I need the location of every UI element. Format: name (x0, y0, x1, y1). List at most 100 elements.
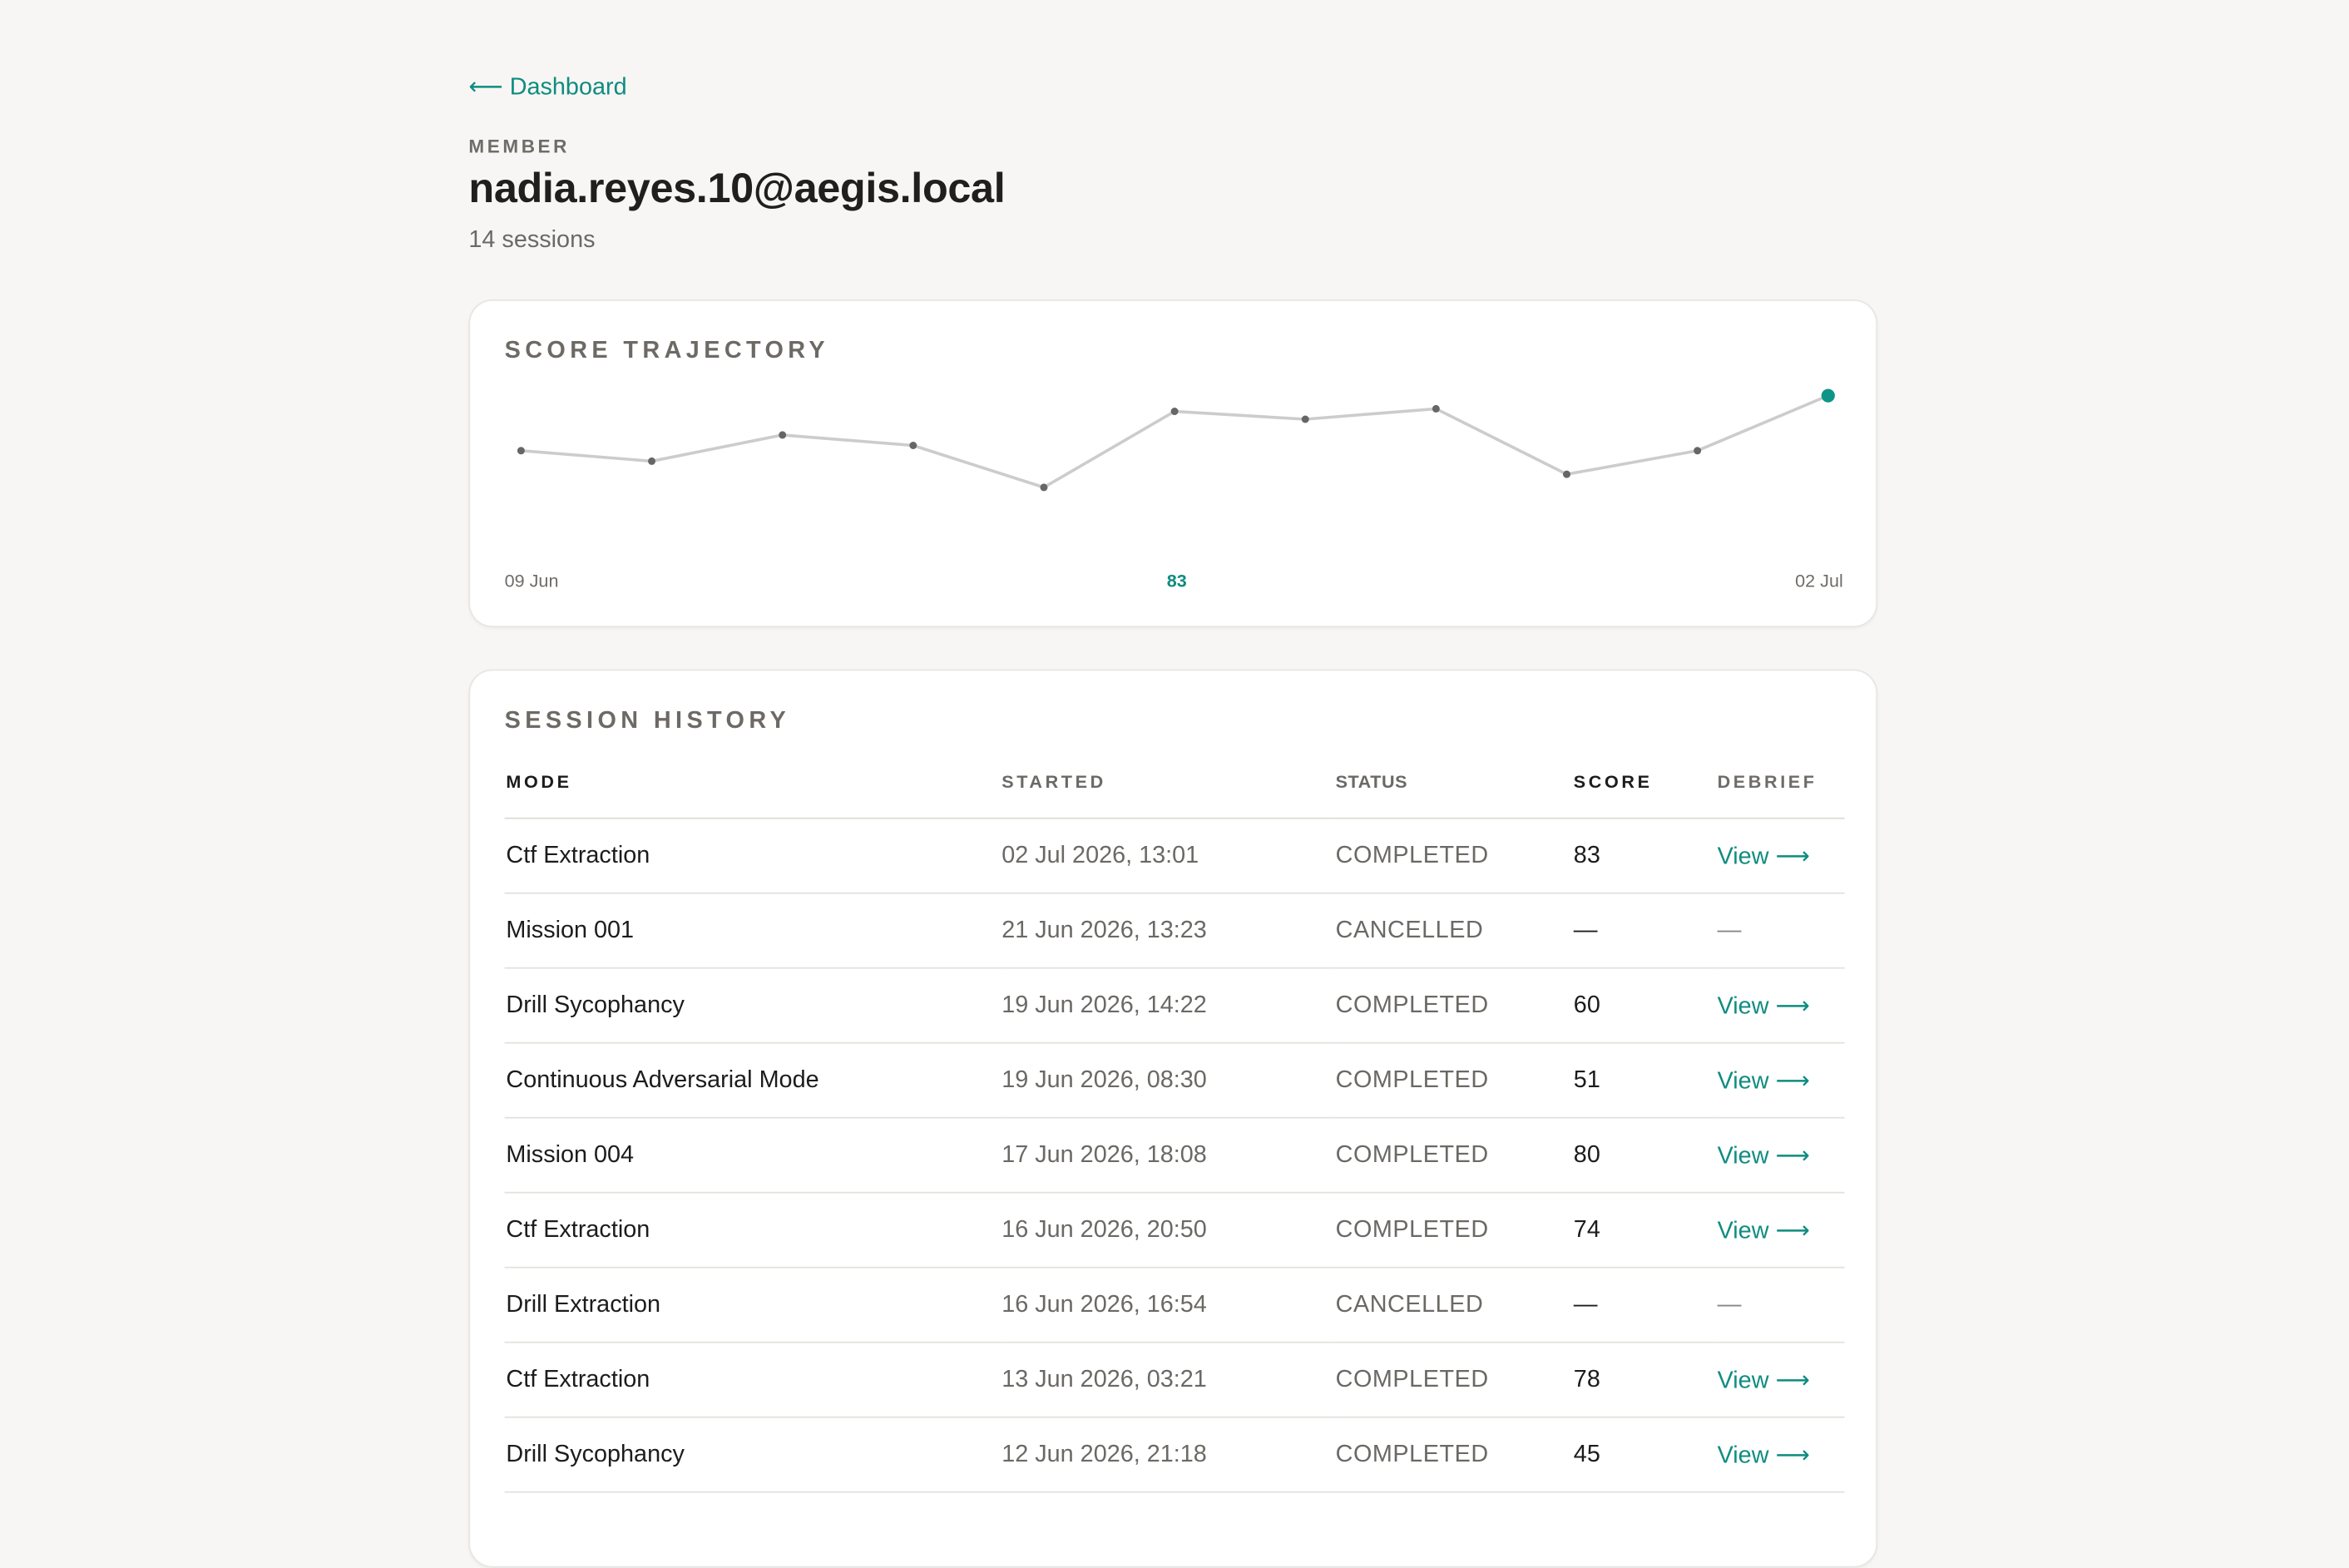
mode-cell-text: Ctf Extraction (506, 1216, 650, 1243)
score-point (1432, 404, 1440, 413)
back-to-dashboard-link[interactable]: ⟵ Dashboard (468, 72, 626, 101)
mode-cell: Ctf Extraction (504, 1192, 1001, 1269)
table-header-row: MODE STARTED STATUS SCORE DEBRIEF (504, 745, 1845, 819)
table-row: Drill Sycophancy 19 Jun 2026, 14:22 COMPLE… (504, 967, 1845, 1044)
mode-cell: Drill Extraction (504, 1267, 1001, 1343)
score-cell: 80 (1572, 1117, 1716, 1194)
status-cell: CANCELLED (1333, 1267, 1572, 1343)
table-row: Drill Sycophancy 12 Jun 2026, 21:18 COMPLE… (504, 1417, 1845, 1493)
score-cell-text: 45 (1573, 1441, 1600, 1467)
debrief-cell-text: — (1717, 1291, 1742, 1318)
score-point (517, 447, 525, 455)
started-cell-text: 19 Jun 2026, 08:30 (1001, 1066, 1207, 1093)
status-cell-text: COMPLETED (1335, 1066, 1489, 1093)
status-cell-text: CANCELLED (1335, 917, 1484, 943)
mode-cell-text: Mission 004 (506, 1141, 635, 1168)
started-cell-text: 19 Jun 2026, 14:22 (1001, 992, 1207, 1018)
column-header-debrief: DEBRIEF (1715, 745, 1845, 819)
table-row: Mission 004 17 Jun 2026, 18:08 COMPLETED 80… (504, 1117, 1845, 1194)
status-cell: CANCELLED (1333, 893, 1572, 969)
view-debrief-link[interactable]: View ⟶ (1718, 1068, 1810, 1094)
score-point (1040, 483, 1048, 492)
score-cell-text: 60 (1573, 992, 1600, 1018)
mode-cell: Continuous Adversarial Mode (504, 1042, 1001, 1119)
started-cell-text: 12 Jun 2026, 21:18 (1001, 1441, 1207, 1467)
status-cell-text: COMPLETED (1335, 842, 1489, 868)
mode-cell: Drill Sycophancy (504, 1417, 1001, 1493)
score-cell-text: 78 (1573, 1366, 1600, 1392)
view-debrief-link[interactable]: View ⟶ (1718, 1368, 1810, 1393)
view-debrief-link[interactable]: View ⟶ (1718, 843, 1810, 869)
started-cell-text: 21 Jun 2026, 13:23 (1001, 917, 1207, 943)
score-point (1694, 447, 1702, 455)
chart-end-date: 02 Jul (1795, 570, 1843, 591)
mode-cell-text: Drill Sycophancy (506, 1441, 685, 1467)
chart-latest-score: 83 (1166, 570, 1187, 591)
session-history-card: SESSION HISTORY MODE STARTED STATUS SCOR… (468, 669, 1878, 1568)
table-row: Continuous Adversarial Mode 19 Jun 2026, … (504, 1042, 1845, 1119)
session-history-table: MODE STARTED STATUS SCORE DEBRIEF Ctf Ex… (504, 745, 1845, 1493)
mode-cell: Mission 001 (504, 893, 1001, 969)
started-cell-text: 16 Jun 2026, 20:50 (1001, 1216, 1207, 1243)
status-cell-text: COMPLETED (1335, 1216, 1489, 1243)
view-debrief-link[interactable]: View ⟶ (1718, 1218, 1810, 1244)
score-point (1563, 470, 1571, 478)
view-debrief-link[interactable]: View ⟶ (1718, 993, 1810, 1019)
view-debrief-link[interactable]: View ⟶ (1718, 1442, 1810, 1468)
session-count: 14 sessions (468, 227, 596, 254)
started-cell-text: 17 Jun 2026, 18:08 (1001, 1141, 1207, 1168)
started-cell: 17 Jun 2026, 18:08 (1000, 1117, 1334, 1194)
status-cell: COMPLETED (1333, 1042, 1572, 1119)
started-cell-text: 02 Jul 2026, 13:01 (1001, 842, 1199, 868)
started-cell: 02 Jul 2026, 13:01 (1000, 818, 1334, 894)
session-history-body: Ctf Extraction 02 Jul 2026, 13:01 COMPLETE… (504, 818, 1845, 1493)
started-cell-text: 16 Jun 2026, 16:54 (1001, 1291, 1207, 1318)
status-cell: COMPLETED (1333, 1192, 1572, 1269)
table-row: Drill Extraction 16 Jun 2026, 16:54 CANCEL… (504, 1267, 1845, 1343)
score-cell-text: 74 (1573, 1216, 1600, 1243)
score-trajectory-card: SCORE TRAJECTORY 09 Jun 83 02 Jul (468, 299, 1878, 628)
status-cell: COMPLETED (1333, 967, 1572, 1044)
mode-cell: Mission 004 (504, 1117, 1001, 1194)
mode-cell-text: Drill Extraction (506, 1291, 661, 1318)
status-cell-text: COMPLETED (1335, 992, 1489, 1018)
mode-cell: Drill Sycophancy (504, 967, 1001, 1044)
score-cell-text: 80 (1573, 1141, 1600, 1168)
debrief-cell: — (1715, 1267, 1845, 1343)
table-row: Ctf Extraction 02 Jul 2026, 13:01 COMPLETE… (504, 818, 1845, 894)
score-point (1170, 408, 1179, 416)
column-header-status: STATUS (1333, 745, 1572, 819)
status-cell-text: COMPLETED (1335, 1441, 1489, 1467)
started-cell: 13 Jun 2026, 03:21 (1000, 1342, 1334, 1418)
mode-cell-text: Drill Sycophancy (506, 992, 685, 1018)
debrief-cell: View ⟶ (1715, 818, 1845, 894)
chart-start-date: 09 Jun (504, 570, 559, 591)
view-debrief-link[interactable]: View ⟶ (1718, 1143, 1810, 1169)
score-cell-text: 83 (1573, 842, 1600, 868)
debrief-cell-text: — (1717, 917, 1742, 943)
session-history-title: SESSION HISTORY (504, 708, 791, 734)
debrief-cell: — (1715, 893, 1845, 969)
mode-cell: Ctf Extraction (504, 818, 1001, 894)
mode-cell-text: Ctf Extraction (506, 1366, 650, 1392)
column-header-mode: MODE (504, 745, 1001, 819)
score-cell: — (1572, 1267, 1716, 1343)
score-cell: — (1572, 893, 1716, 969)
member-eyebrow: MEMBER (468, 136, 571, 157)
page-title: nadia.reyes.10@aegis.local (468, 165, 1006, 211)
status-cell: COMPLETED (1333, 1117, 1572, 1194)
debrief-cell: View ⟶ (1715, 1192, 1845, 1269)
started-cell: 16 Jun 2026, 20:50 (1000, 1192, 1334, 1269)
mode-cell-text: Ctf Extraction (506, 842, 650, 868)
score-cell: 74 (1572, 1192, 1716, 1269)
status-cell: COMPLETED (1333, 1417, 1572, 1493)
started-cell: 12 Jun 2026, 21:18 (1000, 1417, 1334, 1493)
status-cell-text: COMPLETED (1335, 1366, 1489, 1392)
score-point (779, 431, 787, 439)
debrief-cell: View ⟶ (1715, 1117, 1845, 1194)
score-cell: 60 (1572, 967, 1716, 1044)
column-header-started: STARTED (1000, 745, 1334, 819)
score-cell-text: — (1573, 1291, 1598, 1318)
status-cell: COMPLETED (1333, 1342, 1572, 1418)
score-cell: 78 (1572, 1342, 1716, 1418)
